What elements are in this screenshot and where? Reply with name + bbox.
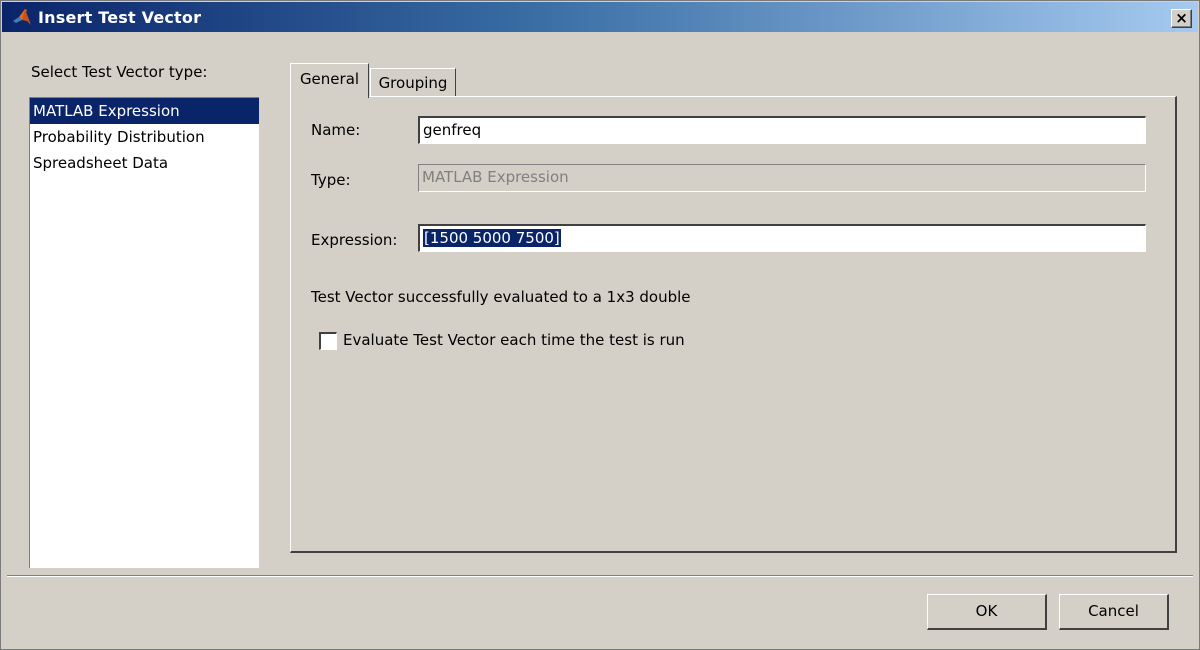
name-label: Name:	[311, 121, 361, 139]
evaluate-each-run-label[interactable]: Evaluate Test Vector each time the test …	[343, 331, 685, 349]
list-item-probability-distribution[interactable]: Probability Distribution	[30, 124, 259, 150]
evaluation-status-text: Test Vector successfully evaluated to a …	[311, 288, 691, 306]
close-icon: ×	[1175, 9, 1188, 27]
matlab-logo-icon	[13, 9, 31, 25]
expression-selected-text: [1500 5000 7500]	[423, 229, 561, 247]
type-field: MATLAB Expression	[418, 164, 1146, 192]
cancel-button[interactable]: Cancel	[1059, 594, 1169, 630]
list-item-spreadsheet-data[interactable]: Spreadsheet Data	[30, 150, 259, 176]
test-vector-type-list[interactable]: MATLAB Expression Probability Distributi…	[29, 97, 259, 568]
test-vector-type-label: Select Test Vector type:	[31, 63, 208, 81]
title-bar[interactable]: Insert Test Vector ×	[2, 2, 1198, 32]
insert-test-vector-dialog: Insert Test Vector × Select Test Vector …	[0, 0, 1200, 650]
close-button[interactable]: ×	[1171, 9, 1192, 28]
window-title: Insert Test Vector	[38, 8, 202, 27]
tab-general[interactable]: General	[290, 63, 369, 98]
expression-label: Expression:	[311, 231, 398, 249]
list-item-matlab-expression[interactable]: MATLAB Expression	[30, 98, 259, 124]
name-field[interactable]: genfreq	[418, 116, 1146, 144]
tab-grouping[interactable]: Grouping	[370, 68, 456, 97]
evaluate-each-run-checkbox[interactable]	[319, 332, 337, 350]
expression-field[interactable]: [1500 5000 7500]	[418, 224, 1146, 252]
ok-button[interactable]: OK	[927, 594, 1047, 630]
type-label: Type:	[311, 171, 351, 189]
footer-divider	[7, 575, 1193, 577]
